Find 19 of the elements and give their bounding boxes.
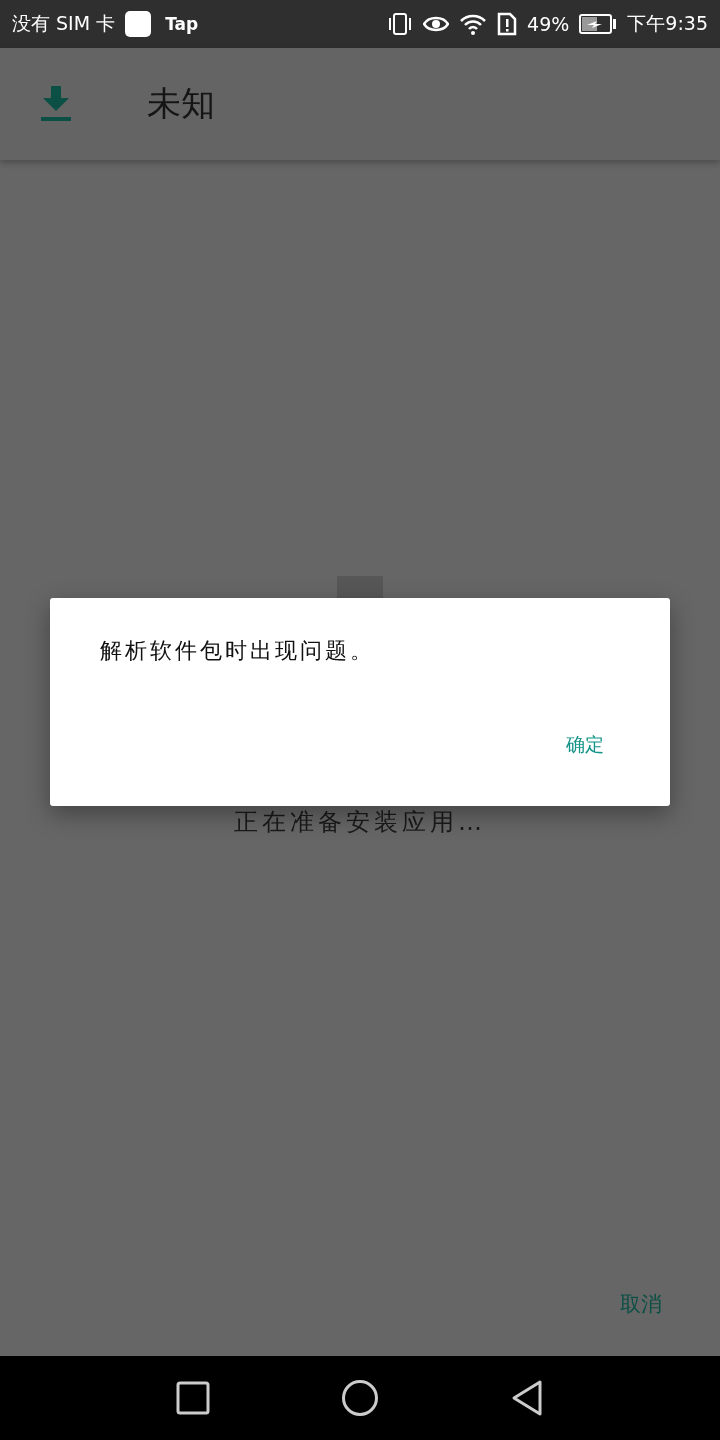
app-title: 未知	[147, 82, 215, 125]
sim-alert-icon	[497, 12, 518, 36]
app-icon	[125, 11, 152, 37]
recents-icon[interactable]	[175, 1381, 210, 1415]
install-status-text: 正在准备安装应用…	[234, 807, 486, 838]
app-label: Tap	[165, 14, 199, 34]
ok-button[interactable]: 确定	[558, 728, 612, 762]
wifi-icon	[459, 13, 488, 35]
back-icon[interactable]	[510, 1379, 545, 1417]
home-icon[interactable]	[341, 1379, 379, 1417]
download-icon	[41, 86, 71, 122]
battery-charging-icon	[579, 14, 618, 34]
battery-percent: 49%	[527, 13, 570, 35]
progress-block	[337, 576, 383, 598]
eye-icon	[423, 14, 450, 34]
vibrate-icon	[387, 12, 414, 36]
dialog-message: 解析软件包时出现问题。	[100, 637, 376, 665]
clock: 下午9:35	[627, 11, 708, 36]
carrier-label: 没有 SIM 卡	[12, 11, 116, 36]
